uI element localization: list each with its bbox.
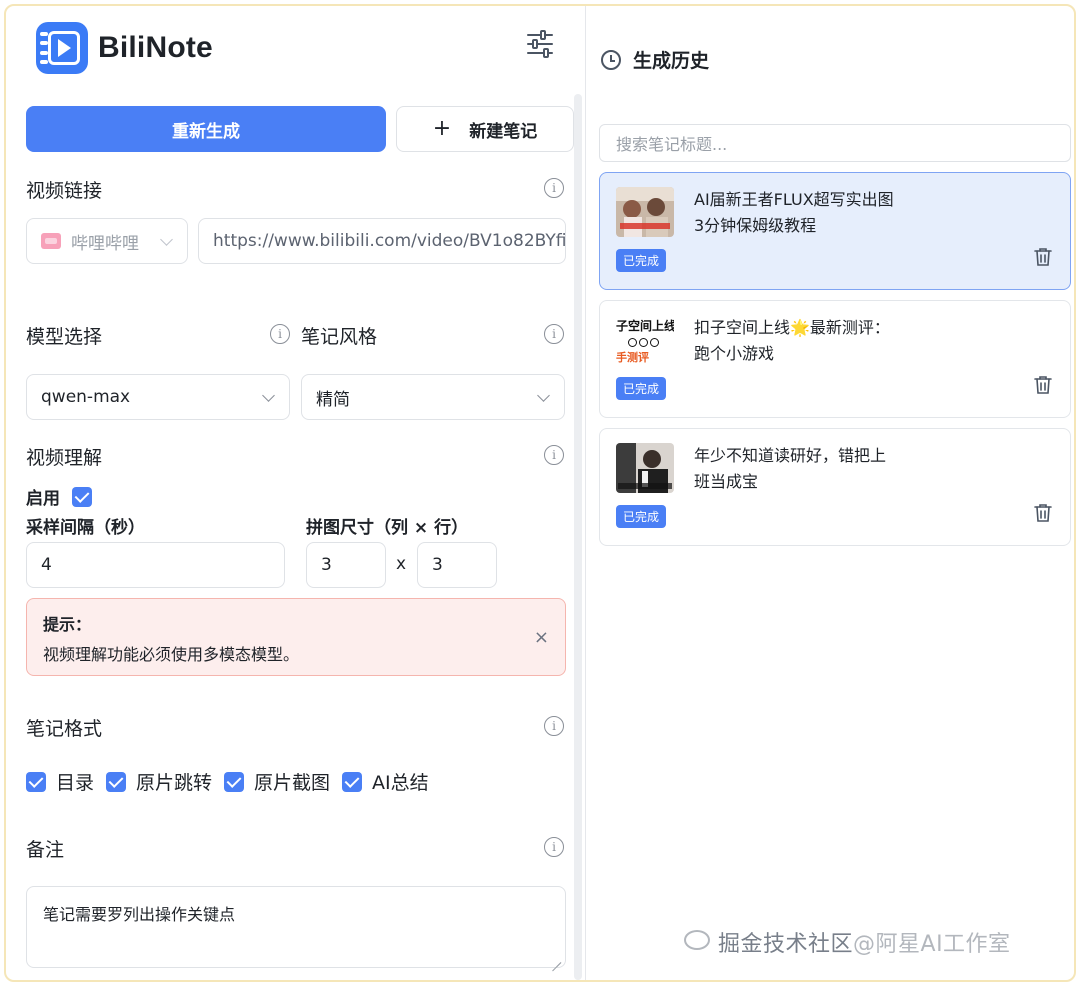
app-name: BiliNote [98, 31, 213, 64]
history-item-title: 年少不知道读研好，错把上 班当成宝 [694, 446, 887, 491]
remarks-value: 笔记需要罗列出操作关键点 [43, 905, 236, 924]
style-label: 笔记风格 [301, 326, 378, 348]
history-title: 生成历史 [633, 50, 710, 72]
history-item[interactable]: 子空间上线 手测评 扣子空间上线🌟最新测评： 跑个小游戏 已完成 [599, 300, 1071, 418]
wechat-icon [684, 930, 710, 950]
close-icon[interactable]: × [534, 627, 549, 648]
info-icon[interactable]: i [270, 324, 290, 344]
trash-icon[interactable] [1034, 375, 1052, 395]
remarks-label: 备注 [26, 839, 65, 861]
format-option-ai-summary[interactable]: AI总结 [342, 768, 429, 795]
bilibili-icon [41, 233, 61, 249]
watermark: 掘金技术社区@阿星AI工作室 [684, 926, 1011, 958]
plus-icon: + [432, 116, 452, 141]
new-note-button[interactable]: + 新建笔记 [396, 106, 574, 152]
info-icon[interactable]: i [544, 716, 564, 736]
format-option-label: 原片截图 [254, 772, 331, 794]
status-badge: 已完成 [616, 505, 667, 528]
video-url-input[interactable]: https://www.bilibili.com/video/BV1o82BYf… [198, 218, 566, 264]
note-format-label: 笔记格式 [26, 718, 103, 740]
chevron-down-icon [262, 389, 275, 402]
video-thumbnail [616, 443, 674, 493]
ai-summary-checkbox[interactable] [342, 771, 363, 792]
remarks-textarea[interactable]: 笔记需要罗列出操作关键点 [26, 886, 566, 968]
new-note-label: 新建笔记 [469, 121, 538, 142]
model-value: qwen-max [41, 387, 131, 407]
screenshot-checkbox[interactable] [224, 771, 245, 792]
status-badge: 已完成 [616, 377, 667, 400]
grid-cols-input[interactable]: 3 [306, 542, 386, 588]
video-thumbnail [616, 187, 674, 237]
history-header: 生成历史 [601, 46, 709, 73]
style-value: 精简 [316, 389, 350, 410]
trash-icon[interactable] [1034, 503, 1052, 523]
enable-label: 启用 [26, 489, 60, 509]
video-thumbnail: 子空间上线 手测评 [616, 315, 674, 365]
format-option-label: AI总结 [372, 772, 429, 794]
info-icon[interactable]: i [544, 324, 564, 344]
trash-icon[interactable] [1034, 247, 1052, 267]
history-item-title: AI届新王者FLUX超写实出图 3分钟保姆级教程 [694, 190, 894, 235]
chevron-down-icon [160, 233, 173, 246]
model-select[interactable]: qwen-max [26, 374, 290, 420]
info-icon[interactable]: i [544, 837, 564, 857]
enable-checkbox[interactable] [72, 486, 92, 507]
interval-input[interactable]: 4 [26, 542, 285, 588]
model-label: 模型选择 [26, 326, 103, 348]
format-option-screenshot[interactable]: 原片截图 [224, 768, 330, 795]
grid-rows-input[interactable]: 3 [417, 542, 497, 588]
clock-icon [601, 49, 621, 70]
app-window: BiliNote 重新生成 + 新建笔记 视频链接 i 哔哩哔哩 https:/… [4, 4, 1076, 982]
enable-row: 启用 [26, 484, 92, 509]
jump-checkbox[interactable] [106, 771, 127, 792]
interval-label: 采样间隔（秒） [26, 518, 145, 538]
resize-handle-icon[interactable] [551, 953, 561, 963]
info-icon[interactable]: i [544, 445, 564, 465]
format-option-jump[interactable]: 原片跳转 [106, 768, 212, 795]
regenerate-button[interactable]: 重新生成 [26, 106, 386, 152]
history-search-input[interactable]: 搜索笔记标题... [599, 124, 1071, 162]
history-item[interactable]: AI届新王者FLUX超写实出图 3分钟保姆级教程 已完成 [599, 172, 1071, 290]
status-badge: 已完成 [616, 249, 667, 272]
note-format-options: 目录 原片跳转 原片截图 AI总结 [26, 768, 441, 795]
app-logo: BiliNote [36, 22, 213, 74]
history-item-title: 扣子空间上线🌟最新测评： 跑个小游戏 [694, 318, 890, 363]
video-understanding-label: 视频理解 [26, 447, 103, 469]
info-icon[interactable]: i [544, 178, 564, 198]
multimodal-alert: 提示： 视频理解功能必须使用多模态模型。 × [26, 598, 566, 676]
format-option-toc[interactable]: 目录 [26, 768, 94, 795]
toc-checkbox[interactable] [26, 771, 46, 792]
form-scrollbar[interactable] [574, 94, 582, 980]
format-option-label: 原片跳转 [136, 772, 213, 794]
note-form-panel: BiliNote 重新生成 + 新建笔记 视频链接 i 哔哩哔哩 https:/… [6, 6, 586, 980]
chevron-down-icon [537, 389, 550, 402]
grid-size-label: 拼图尺寸（列 × 行） [306, 518, 469, 538]
platform-value: 哔哩哔哩 [71, 233, 139, 254]
video-link-label: 视频链接 [26, 180, 103, 202]
bilinote-logo-icon [36, 22, 88, 74]
platform-select[interactable]: 哔哩哔哩 [26, 218, 188, 264]
history-item[interactable]: 年少不知道读研好，错把上 班当成宝 已完成 [599, 428, 1071, 546]
settings-sliders-icon[interactable] [524, 28, 556, 60]
alert-text: 视频理解功能必须使用多模态模型。 [43, 645, 300, 664]
history-panel: 生成历史 搜索笔记标题... AI届新王者FLUX超写实出图 3分钟保姆级教程 [587, 6, 1074, 980]
format-option-label: 目录 [56, 772, 95, 794]
grid-separator: x [396, 554, 407, 574]
style-select[interactable]: 精简 [301, 374, 565, 420]
alert-title: 提示： [43, 615, 92, 634]
